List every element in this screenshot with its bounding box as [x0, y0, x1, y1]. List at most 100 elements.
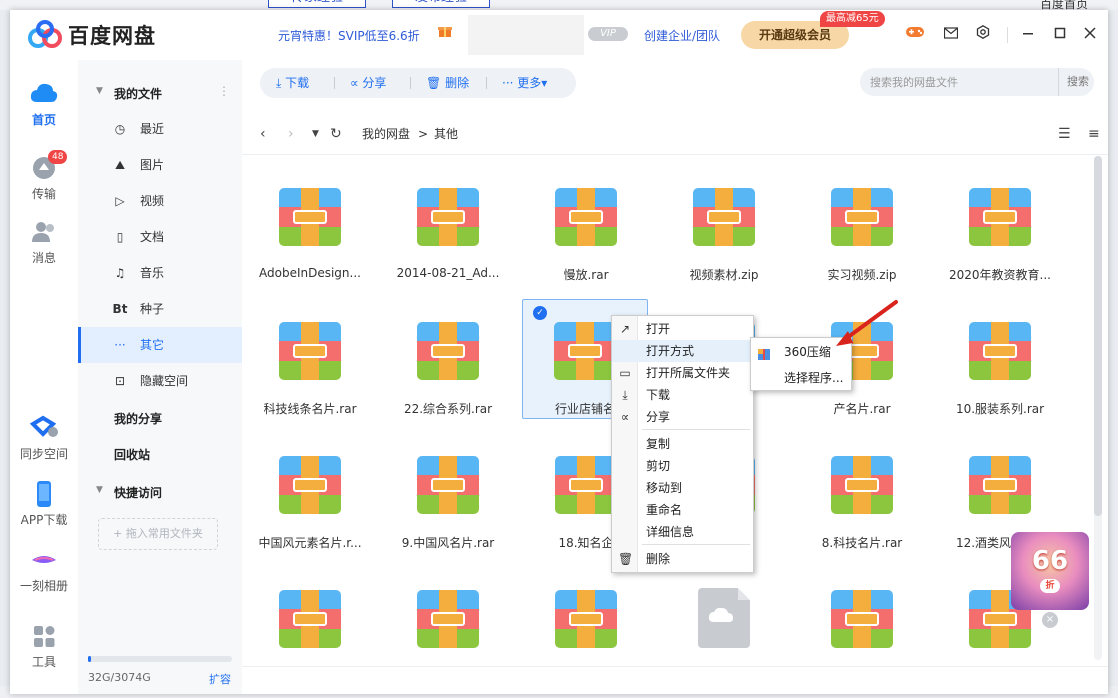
context-menu-item[interactable]: 复制	[612, 433, 753, 455]
sidebar-item-images[interactable]: ⛰ 图片	[78, 147, 242, 183]
minimize-icon[interactable]	[1017, 23, 1039, 45]
file-item[interactable]: 8.科技名片.rar	[799, 434, 925, 554]
archive-file-icon	[969, 322, 1031, 380]
context-menu-item[interactable]: 详细信息	[612, 521, 753, 543]
submenu-item-choose-program[interactable]: 选择程序...	[751, 366, 851, 390]
breadcrumb-root[interactable]: 我的网盘	[362, 122, 410, 146]
file-item[interactable]: 22.综合系列.rar	[385, 300, 511, 420]
close-icon[interactable]	[1079, 23, 1101, 45]
sidebar-item-other[interactable]: ··· 其它	[78, 327, 242, 363]
nav-message[interactable]: 消息	[10, 218, 78, 266]
nav-home-label: 首页	[31, 113, 56, 127]
tools-icon	[29, 622, 59, 650]
gift-icon[interactable]	[438, 24, 452, 42]
nav-tools[interactable]: 工具	[10, 622, 78, 670]
sidebar-item-label: 文档	[140, 230, 165, 244]
quick-access-header[interactable]: 快捷访问	[114, 484, 162, 501]
context-menu-item-label: 移动到	[646, 481, 683, 495]
game-controller-icon[interactable]	[904, 24, 926, 46]
recycle-bin-link[interactable]: 回收站	[114, 446, 150, 463]
context-menu-item[interactable]: ∝ 分享	[612, 406, 753, 428]
sidebar-item-music[interactable]: ♫ 音乐	[78, 255, 242, 291]
file-name: 中国风元素名片.r...	[258, 536, 362, 550]
create-enterprise-link[interactable]: 创建企业/团队	[644, 27, 720, 44]
vertical-scrollbar[interactable]	[1094, 156, 1102, 660]
search-box: 搜索	[860, 68, 1094, 96]
download-button[interactable]: ⤓ 下载	[276, 68, 309, 98]
archive-file-icon	[831, 188, 893, 246]
history-dropdown-icon[interactable]: ▼	[312, 122, 319, 146]
more-dots-icon: ···	[502, 76, 514, 90]
my-files-header[interactable]: 我的文件	[114, 85, 162, 102]
toolbar-divider	[334, 77, 335, 89]
collapse-caret-icon[interactable]: ▼	[96, 485, 103, 495]
search-input[interactable]	[870, 68, 1050, 96]
file-item[interactable]: AdobeInDesign...	[247, 166, 373, 286]
file-item[interactable]: 慢放.rar	[523, 166, 649, 286]
header-divider	[1007, 27, 1008, 43]
file-name: 9.中国风名片.rar	[401, 536, 495, 550]
context-menu-item[interactable]: ↗ 打开	[612, 318, 753, 340]
context-menu-item[interactable]: ▭ 打开所属文件夹	[612, 362, 753, 384]
delete-button[interactable]: 🗑 删除	[426, 68, 469, 98]
open-arrow-icon: ↗	[619, 322, 631, 336]
context-menu-item[interactable]: 打开方式	[612, 340, 753, 362]
more-button[interactable]: ··· 更多▾	[502, 68, 547, 98]
file-name: 实习视频.zip	[827, 268, 897, 282]
settings-icon[interactable]	[972, 24, 994, 46]
context-menu-item[interactable]: 重命名	[612, 499, 753, 521]
context-menu-item[interactable]: 🗑 删除	[612, 548, 753, 570]
sidebar-item-hidden-space[interactable]: ⊡ 隐藏空间	[78, 363, 242, 399]
list-view-icon[interactable]: ≡	[1088, 122, 1100, 146]
sidebar-item-videos[interactable]: ▷ 视频	[78, 183, 242, 219]
sidebar-item-documents[interactable]: ▯ 文档	[78, 219, 242, 255]
file-item[interactable]: 9.中国风名片.rar	[385, 434, 511, 554]
context-menu-item[interactable]: 剪切	[612, 455, 753, 477]
file-item[interactable]: 科技线条名片.rar	[247, 300, 373, 420]
scrollbar-thumb[interactable]	[1094, 156, 1102, 516]
archive-file-icon	[831, 590, 893, 648]
sidebar-item-recent[interactable]: ◷ 最近	[78, 111, 242, 147]
bottom-strip	[242, 666, 1108, 694]
submenu-item-360zip[interactable]: 360压缩	[751, 340, 851, 364]
nav-app-download[interactable]: APP下载	[10, 480, 78, 528]
share-label: 分享	[362, 76, 387, 90]
promo-link[interactable]: 元宵特惠！SVIP低至6.6折	[278, 27, 420, 44]
nav-sync-space[interactable]: 同步空间	[10, 414, 78, 462]
nav-home[interactable]: 首页	[10, 80, 78, 128]
context-menu-item[interactable]: ⤓ 下载	[612, 384, 753, 406]
action-toolbar: ⤓ 下载 ∝ 分享 🗑 删除 ··· 更多▾	[260, 68, 576, 98]
user-avatar[interactable]	[468, 15, 584, 55]
sidebar-item-label: 最近	[140, 122, 165, 136]
storage-usage: 32G/3074G	[88, 671, 151, 684]
drop-folder-zone[interactable]: + 拖入常用文件夹	[98, 518, 218, 550]
kebab-menu-icon[interactable]: ⋮	[218, 84, 230, 98]
expand-storage-link[interactable]: 扩容	[209, 671, 231, 687]
search-button[interactable]: 搜索	[1058, 68, 1089, 96]
file-item[interactable]: 2014-08-21_Ad...	[385, 166, 511, 286]
file-item[interactable]: 实习视频.zip	[799, 166, 925, 286]
file-item[interactable]: 视频素材.zip	[661, 166, 787, 286]
file-item[interactable]: 2020年教资教育...	[937, 166, 1063, 286]
sort-icon[interactable]: ☰	[1058, 122, 1071, 146]
file-item[interactable]: 中国风元素名片.r...	[247, 434, 373, 554]
nav-album[interactable]: 一刻相册	[10, 546, 78, 594]
maximize-icon[interactable]	[1049, 23, 1071, 45]
collapse-caret-icon[interactable]: ▼	[96, 86, 103, 96]
sidebar-item-torrents[interactable]: Bt 种子	[78, 291, 242, 327]
selected-check-icon[interactable]: ✓	[533, 306, 547, 320]
nav-transfer[interactable]: 48 传输	[10, 150, 78, 202]
sidebar-item-label: 图片	[140, 158, 165, 172]
forward-icon[interactable]: ›	[288, 122, 294, 146]
nav-tools-label: 工具	[31, 655, 56, 669]
mail-icon[interactable]	[940, 24, 962, 46]
context-menu-item-label: 下载	[646, 388, 671, 402]
back-icon[interactable]: ‹	[260, 122, 266, 146]
context-menu-item[interactable]: 移动到	[612, 477, 753, 499]
my-share-link[interactable]: 我的分享	[114, 410, 162, 427]
close-promo-icon[interactable]: ×	[1042, 612, 1058, 628]
file-item[interactable]: 10.服装系列.rar	[937, 300, 1063, 420]
refresh-icon[interactable]: ↻	[330, 122, 342, 146]
promo-floater[interactable]: 66 折	[1011, 532, 1089, 610]
share-button[interactable]: ∝ 分享	[350, 68, 386, 98]
